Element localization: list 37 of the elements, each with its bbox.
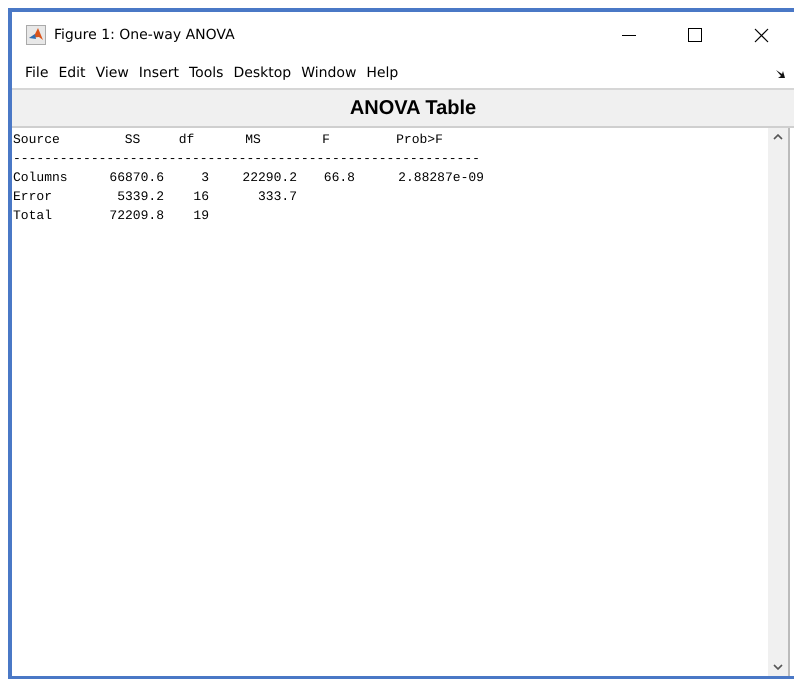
app-logo-icon xyxy=(26,25,46,45)
window-title: Figure 1: One-way ANOVA xyxy=(54,27,235,43)
column-header: MS xyxy=(244,131,262,149)
menu-item[interactable]: View xyxy=(90,65,134,81)
column-header: SS xyxy=(124,131,142,149)
table-cell-text: 66870.6 xyxy=(108,169,164,187)
column-header: Source xyxy=(13,131,61,149)
table-cell-text: 19 xyxy=(192,207,209,225)
table-cell-text: 333.7 xyxy=(256,188,297,206)
table-cell-text: 22290.2 xyxy=(241,169,297,187)
menu-item[interactable]: File xyxy=(20,65,54,81)
table-cell-text: 5339.2 xyxy=(116,188,164,206)
menu-item[interactable]: Window xyxy=(296,65,362,81)
scroll-up-icon[interactable] xyxy=(773,134,783,140)
menu-item[interactable]: Edit xyxy=(53,65,91,81)
table-cell-text: 72209.8 xyxy=(108,207,164,225)
menu-item[interactable]: Help xyxy=(361,65,404,81)
menu-item[interactable]: Desktop xyxy=(228,65,296,81)
minimize-icon xyxy=(622,34,636,36)
table-cell-text: 2.88287e-09 xyxy=(397,169,484,187)
menu-item[interactable]: Insert xyxy=(134,65,184,81)
close-icon xyxy=(754,28,768,42)
separator-dashes: ------------------------------------------------------------ xyxy=(13,150,481,168)
column-header: df xyxy=(178,131,196,149)
table-cell-text: Error xyxy=(13,188,54,206)
table-title: ANOVA Table xyxy=(348,96,476,120)
dock-arrow-icon[interactable] xyxy=(776,70,786,79)
table-cell-text: Total xyxy=(13,207,54,225)
scroll-down-icon[interactable] xyxy=(773,664,783,670)
menu-item[interactable]: Tools xyxy=(184,65,228,81)
table-cell-text: 66.8 xyxy=(322,169,355,187)
column-header: Prob>F xyxy=(395,131,444,149)
table-cell-text: 3 xyxy=(200,169,209,187)
column-header: F xyxy=(321,131,331,149)
table-cell-text: Columns xyxy=(13,169,69,187)
maximize-icon xyxy=(688,28,702,42)
table-cell-text: 16 xyxy=(192,188,209,206)
